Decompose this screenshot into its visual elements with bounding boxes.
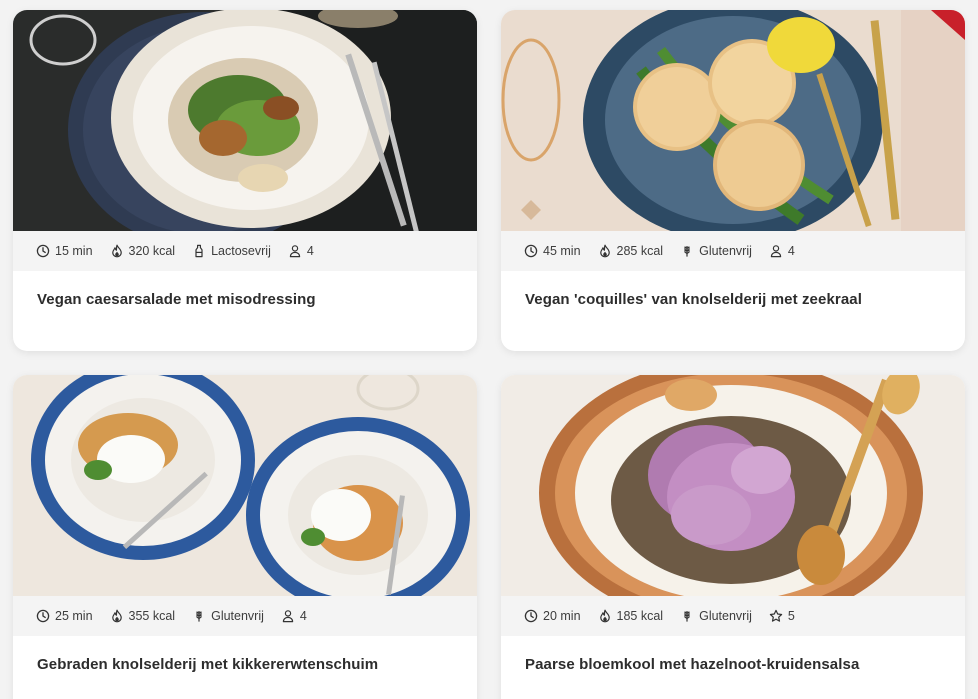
recipe-card[interactable]: 20 min 185 kcal Glutenvrij 5 Paarse bloe… — [501, 375, 965, 699]
recipe-photo[interactable] — [13, 10, 477, 231]
prep-time-value: 45 min — [543, 244, 581, 258]
recipe-card[interactable]: 45 min 285 kcal Glutenvrij 4 Vegan 'coqu… — [501, 10, 965, 351]
recipe-meta-bar: 45 min 285 kcal Glutenvrij 4 — [501, 231, 965, 271]
flame-icon — [599, 244, 610, 258]
diet-label-value: Lactosevrij — [211, 244, 271, 258]
recipe-card[interactable]: 25 min 355 kcal Glutenvrij 4 Gebraden kn… — [13, 375, 477, 699]
person-icon — [282, 610, 294, 623]
diet-label-value: Glutenvrij — [699, 244, 752, 258]
servings: 4 — [288, 244, 314, 258]
bottle-icon — [195, 244, 203, 258]
recipe-photo[interactable] — [501, 375, 965, 596]
prep-time: 15 min — [36, 244, 93, 258]
calories: 320 kcal — [110, 244, 176, 258]
clock-icon — [36, 244, 50, 258]
servings-value: 4 — [787, 244, 795, 258]
calories: 285 kcal — [598, 244, 664, 258]
flame-icon — [111, 244, 122, 258]
recipe-meta-bar: 25 min 355 kcal Glutenvrij 4 — [13, 596, 477, 636]
diet-label-value: Glutenvrij — [211, 609, 264, 623]
prep-time-value: 20 min — [543, 609, 581, 623]
clock-icon — [36, 609, 50, 623]
prep-time: 25 min — [36, 609, 93, 623]
servings: 4 — [769, 244, 795, 258]
diet-label: Lactosevrij — [192, 244, 271, 258]
prep-time: 45 min — [524, 244, 581, 258]
diet-label: Glutenvrij — [680, 609, 752, 623]
person-icon — [289, 245, 301, 258]
prep-time-value: 25 min — [55, 609, 93, 623]
calories-value: 355 kcal — [128, 609, 176, 623]
rating: 5 — [769, 609, 795, 623]
servings-value: 4 — [306, 244, 314, 258]
calories: 355 kcal — [110, 609, 176, 623]
prep-time-value: 15 min — [55, 244, 93, 258]
wheat-icon — [684, 611, 690, 622]
recipe-title[interactable]: Vegan 'coquilles' van knolselderij met z… — [501, 271, 965, 308]
servings-value: 4 — [299, 609, 307, 623]
diet-label-value: Glutenvrij — [699, 609, 752, 623]
recipe-grid: 15 min 320 kcal Lactosevrij 4 Vegan caes… — [0, 0, 978, 699]
recipe-title[interactable]: Paarse bloemkool met hazelnoot-kruidensa… — [501, 636, 965, 673]
wheat-icon — [684, 246, 690, 257]
person-icon — [770, 245, 782, 258]
recipe-title[interactable]: Gebraden knolselderij met kikkererwtensc… — [13, 636, 477, 673]
servings: 4 — [281, 609, 307, 623]
star-icon — [769, 609, 783, 622]
recipe-title[interactable]: Vegan caesarsalade met misodressing — [13, 271, 477, 308]
recipe-meta-bar: 20 min 185 kcal Glutenvrij 5 — [501, 596, 965, 636]
diet-label: Glutenvrij — [192, 609, 264, 623]
clock-icon — [524, 244, 538, 258]
recipe-photo[interactable] — [13, 375, 477, 596]
wheat-icon — [196, 611, 202, 622]
recipe-card[interactable]: 15 min 320 kcal Lactosevrij 4 Vegan caes… — [13, 10, 477, 351]
calories: 185 kcal — [598, 609, 664, 623]
calories-value: 320 kcal — [128, 244, 176, 258]
flame-icon — [599, 609, 610, 623]
flame-icon — [111, 609, 122, 623]
diet-label: Glutenvrij — [680, 244, 752, 258]
recipe-photo[interactable] — [501, 10, 965, 231]
calories-value: 285 kcal — [616, 244, 664, 258]
recipe-meta-bar: 15 min 320 kcal Lactosevrij 4 — [13, 231, 477, 271]
calories-value: 185 kcal — [616, 609, 664, 623]
prep-time: 20 min — [524, 609, 581, 623]
clock-icon — [524, 609, 538, 623]
rating-value: 5 — [787, 609, 795, 623]
